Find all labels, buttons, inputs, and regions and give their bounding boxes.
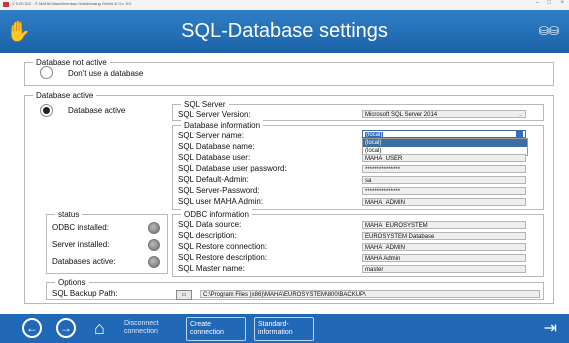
sql-description-label: SQL description: — [178, 231, 237, 240]
radio-no-database-label: Don't use a database — [68, 69, 144, 78]
standard-line-1: Standard- — [258, 321, 289, 328]
chevron-down-icon: ⌄ — [515, 131, 523, 138]
sql-restore-connection-field[interactable]: MAHA_ADMIN — [362, 243, 526, 251]
exit-button[interactable]: ⇥ — [544, 318, 557, 338]
databases-active-label: Databases active: — [52, 257, 116, 266]
sql-data-source-field[interactable]: MAHA_EUROSYSTEM — [362, 221, 526, 229]
chevron-down-icon: ⌄ — [517, 112, 523, 118]
disconnect-line-2: connection — [124, 328, 158, 335]
back-button[interactable]: ← — [22, 318, 42, 338]
arrow-left-icon: ← — [26, 321, 38, 335]
disconnect-connection-button[interactable]: Disconnect connection — [124, 320, 159, 336]
folder-icon: ▭ — [181, 292, 187, 298]
server-installed-indicator — [148, 239, 160, 251]
sql-backup-path-field[interactable]: C:\Program Files (x86)\MAHA\EUROSYSTEM\8… — [200, 290, 540, 298]
dropdown-option[interactable]: (local) — [363, 139, 527, 147]
sql-user-maha-admin-label: SQL user MAHA Admin: — [178, 197, 264, 206]
server-installed-label: Server installed: — [52, 240, 110, 249]
header-bar: ✋ SQL-Database settings ⛁⛁ — [0, 10, 569, 53]
sql-restore-description-label: SQL Restore description: — [178, 253, 268, 262]
arrow-right-icon: → — [60, 321, 72, 335]
close-button[interactable]: × — [560, 0, 564, 6]
browse-folder-button[interactable]: ▭ — [176, 290, 192, 300]
page-title: SQL-Database settings — [181, 20, 388, 42]
sql-database-user-password-field[interactable]: *************** — [362, 165, 526, 173]
standard-information-text: Standard- information — [258, 321, 293, 337]
standard-line-2: information — [258, 329, 293, 336]
home-icon: ⌂ — [94, 318, 105, 338]
database-icon: ⛁⛁ — [538, 24, 559, 38]
sql-database-user-field[interactable]: MAHA_USER — [362, 154, 526, 162]
forward-button[interactable]: → — [56, 318, 76, 338]
databases-active-indicator — [148, 256, 160, 268]
create-connection-button[interactable]: Create connection — [186, 317, 246, 341]
group-legend: status — [55, 209, 83, 220]
sql-restore-description-field[interactable]: MAHA Admin — [362, 254, 526, 262]
group-legend: Database information — [181, 120, 264, 131]
sql-server-name-combo[interactable]: (local) ⌄ — [362, 130, 526, 138]
window-title: V 9.00.312 - © MAHA Maschinenbau Haldenw… — [12, 1, 132, 6]
group-legend: SQL Server — [181, 99, 229, 110]
standard-information-button[interactable]: Standard- information — [254, 317, 314, 341]
sql-server-version-select[interactable]: Microsoft SQL Server 2014 ⌄ — [362, 110, 526, 118]
app-icon — [3, 2, 9, 7]
odbc-installed-label: ODBC installed: — [52, 223, 109, 232]
sql-default-admin-label: SQL Default-Admin: — [178, 175, 249, 184]
home-button[interactable]: ⌂ — [94, 318, 105, 339]
group-legend: Database active — [33, 90, 97, 101]
group-legend: Options — [55, 277, 89, 288]
odbc-installed-indicator — [148, 222, 160, 234]
sql-restore-connection-label: SQL Restore connection: — [178, 242, 268, 251]
radio-database-active-label: Database active — [68, 106, 126, 115]
sql-database-user-label: SQL Database user: — [178, 153, 251, 162]
create-line-1: Create — [190, 321, 212, 328]
radio-no-database[interactable] — [40, 66, 53, 79]
sql-database-user-password-label: SQL Database user password: — [178, 164, 287, 173]
exit-icon: ⇥ — [543, 320, 557, 337]
sql-master-name-field[interactable]: master — [362, 265, 526, 273]
sql-database-name-label: SQL Database name: — [178, 142, 255, 151]
sql-server-name-label: SQL Server name: — [178, 131, 244, 140]
sql-description-field[interactable]: EUROSYSTEM Database — [362, 232, 526, 240]
sql-server-version-label: SQL Server Version: — [178, 110, 251, 119]
sql-backup-path-label: SQL Backup Path: — [52, 289, 118, 298]
minimize-button[interactable]: – — [536, 0, 539, 6]
radio-database-active[interactable] — [40, 104, 53, 117]
sql-data-source-label: SQL Data source: — [178, 220, 242, 229]
sql-server-password-field[interactable]: *************** — [362, 187, 526, 195]
bottom-toolbar: ← → ⌂ Disconnect connection Create conne… — [0, 314, 569, 343]
maximize-button[interactable]: □ — [547, 0, 551, 6]
disconnect-line-1: Disconnect — [124, 320, 159, 327]
sql-default-admin-field[interactable]: sa — [362, 176, 526, 184]
create-line-2: connection — [190, 329, 224, 336]
sql-server-password-label: SQL Server-Password: — [178, 186, 260, 195]
sql-master-name-label: SQL Master name: — [178, 264, 245, 273]
sql-user-maha-admin-field[interactable]: MAHA_ADMIN — [362, 198, 526, 206]
group-legend: ODBC information — [181, 209, 252, 220]
create-connection-text: Create connection — [190, 321, 224, 337]
